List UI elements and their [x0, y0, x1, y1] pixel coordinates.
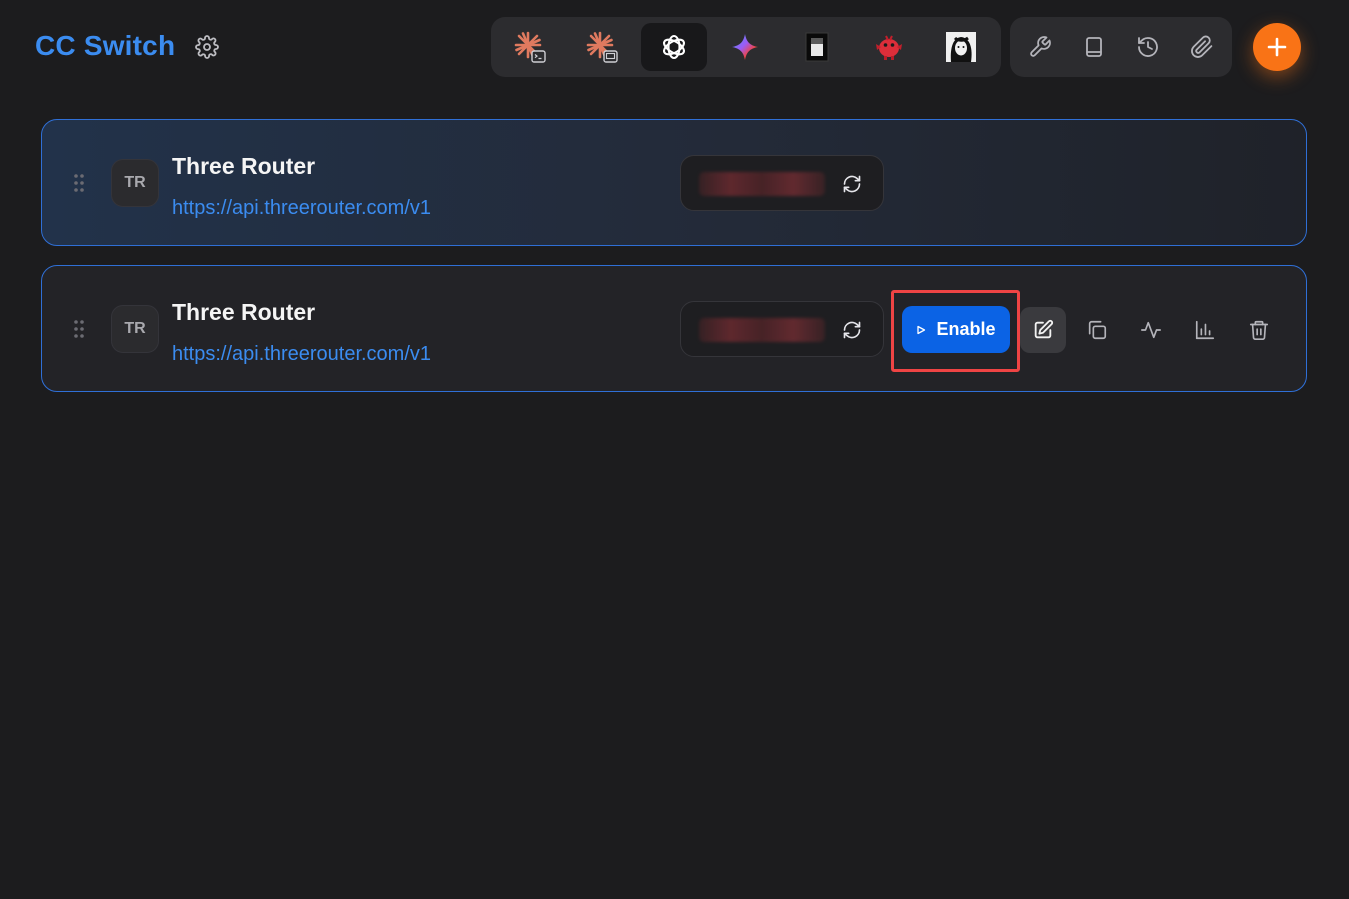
- refresh-usage-button[interactable]: [837, 315, 867, 345]
- usage-pill: [680, 155, 884, 211]
- tab-avatar-app[interactable]: [928, 23, 994, 71]
- history-icon: [1138, 37, 1158, 57]
- refresh-usage-button[interactable]: [837, 169, 867, 199]
- refresh-icon: [843, 321, 861, 339]
- duplicate-button[interactable]: [1074, 307, 1120, 353]
- red-bot-icon: [876, 35, 902, 60]
- docs-button[interactable]: [1079, 32, 1109, 62]
- enable-button[interactable]: Enable: [902, 306, 1010, 353]
- add-provider-button[interactable]: [1253, 23, 1301, 71]
- tab-opencode[interactable]: [784, 23, 850, 71]
- provider-card[interactable]: TR Three Router https://api.threerouter.…: [41, 265, 1307, 392]
- provider-name: Three Router: [172, 299, 316, 325]
- provider-avatar: TR: [111, 159, 159, 207]
- settings-button[interactable]: [192, 32, 222, 62]
- tab-openai-codex[interactable]: [641, 23, 707, 71]
- gear-icon: [195, 35, 219, 59]
- play-icon: [917, 325, 926, 334]
- tab-gemini[interactable]: [712, 23, 778, 71]
- attachments-button[interactable]: [1187, 32, 1217, 62]
- claude-code-icon: [514, 31, 546, 63]
- activity-icon: [1141, 321, 1161, 339]
- grip-icon: [74, 320, 84, 338]
- wrench-icon: [1030, 36, 1051, 57]
- delete-button[interactable]: [1236, 307, 1282, 353]
- stats-button[interactable]: [1182, 307, 1228, 353]
- drag-handle[interactable]: [73, 319, 85, 339]
- history-button[interactable]: [1133, 32, 1163, 62]
- openai-codex-icon: [663, 34, 685, 60]
- tools-button[interactable]: [1025, 32, 1055, 62]
- bar-chart-icon: [1195, 320, 1215, 340]
- claude-desktop-icon: [586, 31, 618, 63]
- provider-card[interactable]: TR Three Router https://api.threerouter.…: [41, 119, 1307, 246]
- redacted-usage: [699, 172, 825, 196]
- usage-pill: [680, 301, 884, 357]
- gemini-icon: [732, 34, 758, 60]
- test-button[interactable]: [1128, 307, 1174, 353]
- trash-icon: [1249, 320, 1269, 340]
- edit-icon: [1034, 319, 1054, 339]
- tab-claude-code[interactable]: [497, 23, 563, 71]
- provider-avatar: TR: [111, 305, 159, 353]
- tab-red-bot[interactable]: [856, 23, 922, 71]
- tool-group: [1010, 17, 1232, 77]
- opencode-icon: [805, 32, 829, 62]
- refresh-icon: [843, 175, 861, 193]
- grip-icon: [74, 174, 84, 192]
- edit-button[interactable]: [1020, 307, 1066, 353]
- book-icon: [1086, 37, 1102, 57]
- copy-icon: [1088, 320, 1107, 340]
- paperclip-icon: [1191, 35, 1213, 58]
- app-switcher: [491, 17, 1001, 77]
- drag-handle[interactable]: [73, 173, 85, 193]
- enable-label: Enable: [936, 319, 996, 339]
- provider-url[interactable]: https://api.threerouter.com/v1: [172, 197, 431, 220]
- tab-claude-desktop[interactable]: [569, 23, 635, 71]
- plus-icon: [1267, 37, 1287, 57]
- avatar-app-icon: [946, 32, 976, 62]
- app-title: CC Switch: [35, 30, 176, 61]
- provider-name: Three Router: [172, 153, 316, 179]
- redacted-usage: [699, 318, 825, 342]
- provider-url[interactable]: https://api.threerouter.com/v1: [172, 343, 431, 366]
